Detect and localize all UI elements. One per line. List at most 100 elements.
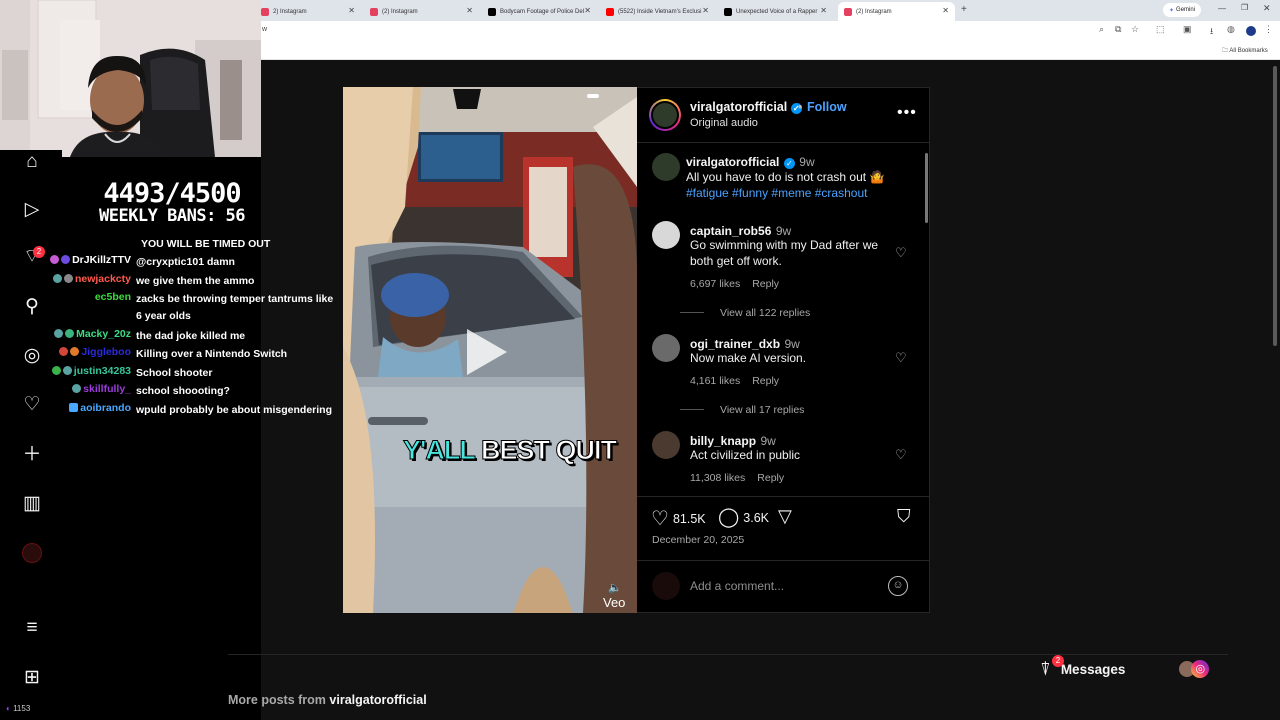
add-comment-input[interactable] bbox=[690, 578, 880, 594]
tiktok-favicon-icon bbox=[724, 7, 732, 16]
apps-icon[interactable]: ⊞ bbox=[20, 666, 44, 690]
chat-message: newjackcty we give them the ammo bbox=[20, 273, 340, 291]
tab-title: (2) Instagram bbox=[856, 8, 892, 15]
view-replies-button[interactable]: View all 122 replies bbox=[680, 307, 810, 319]
comment-likes[interactable]: 6,697 likes bbox=[690, 278, 740, 290]
post-video[interactable]: Y'ALL BEST QUIT 🔈 Veo bbox=[343, 87, 637, 613]
comment-meta: 11,308 likes Reply bbox=[690, 472, 796, 484]
download-icon[interactable]: ⭳ bbox=[1210, 24, 1213, 40]
verified-icon: ✓ bbox=[783, 158, 795, 169]
reply-button[interactable]: Reply bbox=[752, 278, 779, 290]
comment-username[interactable]: billy_knapp bbox=[690, 434, 756, 448]
messages-badge: 2 bbox=[1052, 655, 1064, 667]
author-name-text: viralgatorofficial bbox=[690, 100, 788, 114]
insights-icon[interactable]: ▥ bbox=[20, 492, 44, 516]
chat-nick: skillfully_ bbox=[20, 383, 136, 401]
veo-watermark: Veo bbox=[603, 595, 626, 610]
comment-time: 9w bbox=[760, 434, 776, 448]
extensions-icon[interactable]: ⬚ bbox=[1156, 24, 1165, 35]
comments-scrollbar[interactable] bbox=[924, 145, 929, 495]
browser-tab[interactable]: Unexpected Voice of a Rapper ✕ bbox=[718, 2, 833, 21]
gemini-label: Gemini bbox=[1176, 7, 1196, 13]
save-button[interactable]: ⛉ bbox=[897, 506, 911, 527]
comment-avatar[interactable] bbox=[652, 431, 680, 459]
caption-avatar[interactable] bbox=[652, 153, 680, 181]
view-replies-button[interactable]: View all 17 replies bbox=[680, 404, 804, 416]
new-tab-button[interactable]: + bbox=[961, 4, 967, 15]
share-button[interactable]: ▽ bbox=[778, 506, 792, 527]
page-scrollbar[interactable] bbox=[1272, 62, 1278, 352]
browser-tab[interactable]: (5522) Inside Vietnam's Exclusi ✕ bbox=[600, 2, 715, 21]
author-username[interactable]: viralgatorofficial ✓ bbox=[690, 100, 802, 114]
sidepanel-icon[interactable]: ▣ bbox=[1183, 24, 1192, 35]
browser-tab-active[interactable]: (2) Instagram ✕ bbox=[838, 2, 955, 21]
divider bbox=[637, 560, 930, 561]
like-comment-icon[interactable]: ♡ bbox=[895, 350, 907, 366]
original-audio-link[interactable]: Original audio bbox=[690, 117, 758, 129]
reply-button[interactable]: Reply bbox=[752, 375, 779, 387]
instagram-favicon-icon bbox=[261, 7, 269, 16]
menu-icon[interactable]: ≡ bbox=[20, 616, 44, 640]
chat-username: Macky_20z bbox=[76, 328, 131, 340]
reels-icon[interactable]: ▷ bbox=[20, 198, 44, 222]
close-tab-icon[interactable]: ✕ bbox=[348, 6, 355, 15]
close-tab-icon[interactable]: ✕ bbox=[466, 6, 473, 15]
caption-username[interactable]: viralgatorofficial bbox=[686, 155, 779, 169]
close-tab-icon[interactable]: ✕ bbox=[820, 6, 827, 15]
sub-badge-icon bbox=[50, 255, 60, 264]
browser-tab[interactable]: Bodycam Footage of Police Del ✕ bbox=[482, 2, 597, 21]
like-comment-icon[interactable]: ♡ bbox=[895, 447, 907, 463]
chat-message: aoibrando wpuld probably be about misgend… bbox=[20, 402, 340, 436]
comment-avatar[interactable] bbox=[652, 334, 680, 362]
author-avatar[interactable] bbox=[649, 99, 681, 131]
messages-button[interactable]: ⍒ Messages ◎ bbox=[1040, 654, 1230, 684]
cast-icon[interactable]: ⧉ bbox=[1115, 24, 1121, 35]
chat-nick: newjackcty bbox=[20, 273, 136, 291]
messages-label: Messages bbox=[1060, 661, 1126, 677]
reply-button[interactable]: Reply bbox=[757, 472, 784, 484]
comment-likes[interactable]: 11,308 likes bbox=[690, 472, 745, 484]
chat-message: Jiggleboo Killing over a Nintendo Switch bbox=[20, 346, 340, 364]
create-icon[interactable]: ＋ bbox=[20, 443, 44, 467]
more-posts-user[interactable]: viralgatorofficial bbox=[329, 693, 426, 707]
comment-meta: 6,697 likes Reply bbox=[690, 278, 791, 290]
minimize-icon[interactable]: — bbox=[1218, 4, 1226, 13]
more-options-icon[interactable]: ••• bbox=[897, 104, 917, 122]
gemini-button[interactable]: ✦ Gemini bbox=[1163, 3, 1202, 17]
like-button[interactable]: ♡ 81.5K bbox=[651, 506, 706, 531]
youtube-favicon-icon bbox=[606, 7, 614, 16]
mute-icon[interactable]: 🔈 bbox=[608, 581, 622, 594]
chat-username: ec5ben bbox=[94, 291, 131, 303]
maximize-icon[interactable]: ❐ bbox=[1241, 3, 1248, 12]
chat-message: Macky_20z the dad joke killed me bbox=[20, 328, 340, 346]
account-avatar[interactable] bbox=[1246, 26, 1256, 36]
browser-menu-icon[interactable]: ⋮ bbox=[1264, 24, 1273, 35]
follow-button[interactable]: Follow bbox=[807, 100, 847, 114]
browser-tab[interactable]: 2) Instagram ✕ bbox=[255, 2, 361, 21]
close-window-icon[interactable]: ✕ bbox=[1263, 3, 1271, 14]
chat-username: aoibrando bbox=[80, 402, 131, 414]
close-tab-icon[interactable]: ✕ bbox=[584, 6, 591, 15]
messenger-icon: ⍒ bbox=[1040, 658, 1051, 679]
chat-text: Killing over a Nintendo Switch bbox=[136, 348, 288, 360]
home-icon[interactable]: ⌂ bbox=[20, 150, 44, 174]
profile-avatar[interactable] bbox=[22, 543, 42, 563]
all-bookmarks-label: All Bookmarks bbox=[1229, 48, 1268, 54]
comment-likes[interactable]: 4,161 likes bbox=[690, 375, 740, 387]
comment-button[interactable]: ◯ 3.6K bbox=[718, 506, 769, 529]
close-tab-icon[interactable]: ✕ bbox=[942, 6, 949, 15]
comment-username[interactable]: captain_rob56 bbox=[690, 224, 771, 238]
emoji-icon[interactable]: ☺ bbox=[888, 576, 908, 596]
tab-title: Bodycam Footage of Police Del bbox=[500, 8, 585, 15]
comment-avatar[interactable] bbox=[652, 221, 680, 249]
caption-hashtags[interactable]: #fatigue #funny #meme #crashout bbox=[686, 185, 906, 201]
browser-tab[interactable]: (2) Instagram ✕ bbox=[364, 2, 479, 21]
close-tab-icon[interactable]: ✕ bbox=[702, 6, 709, 15]
more-posts-prefix: More posts from bbox=[228, 693, 326, 707]
comment-username[interactable]: ogi_trainer_dxb bbox=[690, 337, 780, 351]
all-bookmarks-link[interactable]: 🗀 All Bookmarks bbox=[1222, 46, 1268, 56]
like-comment-icon[interactable]: ♡ bbox=[895, 245, 907, 261]
profile-icon[interactable]: ◍ bbox=[1227, 24, 1235, 35]
bookmark-star-icon[interactable]: ☆ bbox=[1131, 24, 1139, 35]
zoom-icon[interactable]: ⌕ bbox=[1099, 24, 1104, 35]
